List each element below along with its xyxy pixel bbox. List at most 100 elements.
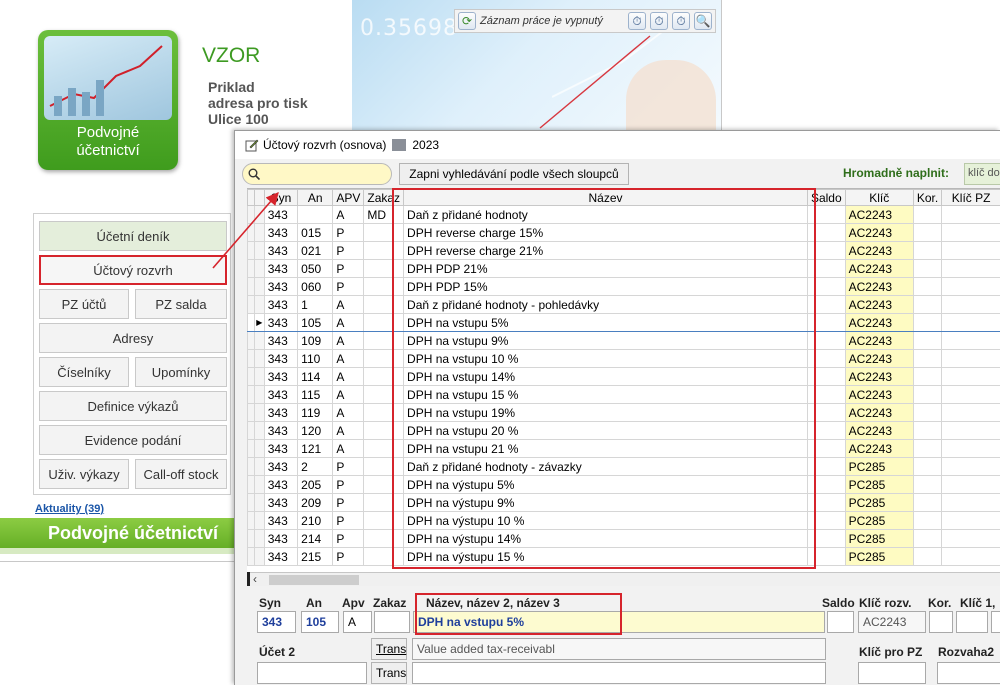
cell-zakaz[interactable] [363,529,405,548]
field-syn[interactable]: 343 [257,611,296,633]
cell-apv[interactable]: P [332,223,365,242]
cell-klic[interactable]: AC2243 [844,439,914,458]
table-row[interactable]: 343 110 A DPH na vstupu 10 % AC2243 [247,349,1000,368]
cell-zakaz[interactable] [363,277,405,296]
cell-klic[interactable]: AC2243 [844,205,914,224]
accounting-journal-button[interactable]: Účetní deník [39,221,227,251]
row-selector[interactable] [247,223,255,242]
cell-saldo[interactable] [806,367,846,386]
cell-zakaz[interactable] [363,421,405,440]
cell-klic-pz[interactable] [941,439,1000,458]
cell-saldo[interactable] [806,475,846,494]
cell-an[interactable]: 021 [297,241,334,260]
cell-apv[interactable]: A [332,349,365,368]
cell-saldo[interactable] [806,223,846,242]
cell-nazev[interactable]: DPH na vstupu 20 % [403,421,808,440]
cell-kor[interactable] [912,511,943,530]
cell-nazev[interactable]: DPH na vstupu 14% [403,367,808,386]
row-selector[interactable] [247,475,255,494]
row-selector[interactable] [247,547,255,566]
filing-records-button[interactable]: Evidence podání [39,425,227,455]
row-selector[interactable] [247,205,255,224]
cell-zakaz[interactable] [363,475,405,494]
cell-an[interactable]: 119 [297,403,334,422]
cell-klic[interactable]: AC2243 [844,349,914,368]
cell-nazev[interactable]: DPH PDP 21% [403,259,808,278]
cell-an[interactable]: 205 [297,475,334,494]
cell-zakaz[interactable] [363,547,405,566]
cell-klic-pz[interactable] [941,403,1000,422]
cell-syn[interactable]: 343 [263,493,299,512]
cell-klic-pz[interactable] [941,547,1000,566]
cell-klic-pz[interactable] [941,223,1000,242]
cell-klic[interactable]: PC285 [844,493,914,512]
cell-klic-pz[interactable] [941,241,1000,260]
cell-klic[interactable]: AC2243 [844,385,914,404]
field-nazev2[interactable]: Value added tax-receivabl [412,638,826,660]
cell-kor[interactable] [912,259,943,278]
cell-apv[interactable]: P [332,493,365,512]
cell-klic-pz[interactable] [941,205,1000,224]
row-selector[interactable] [247,241,255,260]
row-selector[interactable] [247,385,255,404]
table-row[interactable]: 343 210 P DPH na výstupu 10 % PC285 [247,511,1000,530]
cell-apv[interactable]: A [332,385,365,404]
cell-zakaz[interactable] [363,349,405,368]
cell-syn[interactable]: 343 [263,475,299,494]
cell-klic[interactable]: AC2243 [844,403,914,422]
row-selector[interactable] [247,511,255,530]
cell-klic-pz[interactable] [941,457,1000,476]
cell-klic[interactable]: PC285 [844,547,914,566]
row-selector[interactable] [247,529,255,548]
cell-syn[interactable]: 343 [263,385,299,404]
cell-klic[interactable]: PC285 [844,529,914,548]
cell-apv[interactable]: P [332,259,365,278]
cell-an[interactable]: 105 [297,313,334,332]
stopwatch-start-icon[interactable]: ⏱ [628,12,646,30]
table-row[interactable]: 343 214 P DPH na výstupu 14% PC285 [247,529,1000,548]
table-row[interactable]: 343 1 A Daň z přidané hodnoty - pohledávky A… [247,295,1000,314]
cell-nazev[interactable]: DPH na vstupu 9% [403,331,808,350]
cell-apv[interactable]: P [332,457,365,476]
report-definitions-button[interactable]: Definice výkazů [39,391,227,421]
field-klic-pz[interactable] [858,662,926,684]
cell-zakaz[interactable] [363,259,405,278]
cell-kor[interactable] [912,457,943,476]
scroll-left-icon[interactable]: ‹ [253,572,257,586]
field-klic1[interactable] [956,611,988,633]
cell-kor[interactable] [912,241,943,260]
cell-zakaz[interactable] [363,385,405,404]
cell-syn[interactable]: 343 [263,367,299,386]
table-row[interactable]: 343 215 P DPH na výstupu 15 % PC285 [247,547,1000,566]
call-off-stock-button[interactable]: Call-off stock [135,459,227,489]
cell-apv[interactable]: A [332,205,365,224]
cell-klic[interactable]: AC2243 [844,277,914,296]
col-header-zakaz[interactable]: Zakaz [363,189,405,206]
cell-nazev[interactable]: DPH na výstupu 15 % [403,547,808,566]
stopwatch-pause-icon[interactable]: ⏱ [672,12,690,30]
cell-kor[interactable] [912,493,943,512]
cell-saldo[interactable] [806,547,846,566]
trans-button-2[interactable]: Trans [371,662,407,684]
row-selector[interactable] [247,259,255,278]
table-row[interactable]: 343 015 P DPH reverse charge 15% AC2243 [247,223,1000,242]
cell-syn[interactable]: 343 [263,421,299,440]
cell-nazev[interactable]: DPH reverse charge 15% [403,223,808,242]
row-selector[interactable] [247,367,255,386]
user-reports-button[interactable]: Uživ. výkazy [39,459,129,489]
row-selector[interactable] [247,349,255,368]
cell-saldo[interactable] [806,439,846,458]
cell-klic-pz[interactable] [941,475,1000,494]
cell-klic[interactable]: AC2243 [844,223,914,242]
cell-saldo[interactable] [806,295,846,314]
table-row[interactable]: 343 060 P DPH PDP 15% AC2243 [247,277,1000,296]
col-header-klic[interactable]: Klíč [844,189,914,206]
cell-klic[interactable]: PC285 [844,457,914,476]
row-selector[interactable] [247,295,255,314]
reminders-button[interactable]: Upomínky [135,357,227,387]
cell-nazev[interactable]: DPH na výstupu 9% [403,493,808,512]
cell-kor[interactable] [912,421,943,440]
cell-nazev[interactable]: DPH na výstupu 10 % [403,511,808,530]
cell-klic-pz[interactable] [941,349,1000,368]
cell-kor[interactable] [912,205,943,224]
